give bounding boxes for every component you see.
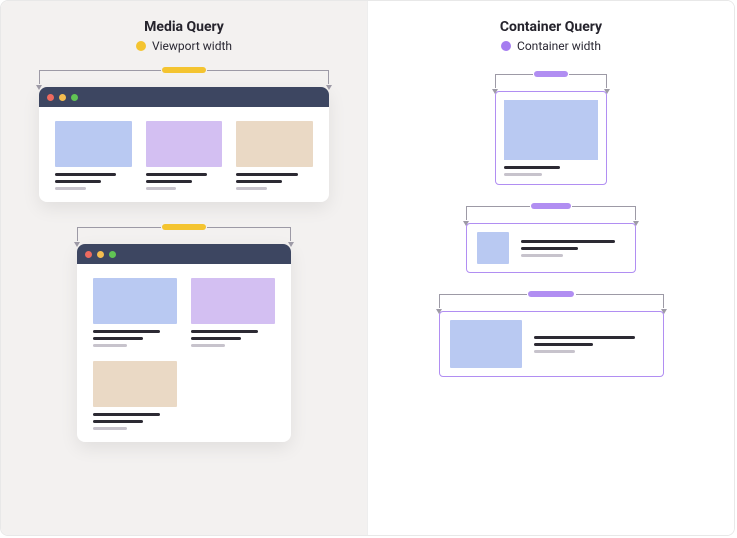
thumb-blue <box>504 100 598 160</box>
browser-window-narrow <box>77 244 291 442</box>
traffic-light-yellow-icon <box>97 251 104 258</box>
legend-dot-icon <box>136 41 146 51</box>
container-query-column: Container Query Container width <box>367 1 734 535</box>
diagram-canvas: Media Query Viewport width <box>0 0 735 536</box>
traffic-light-red-icon <box>47 94 54 101</box>
media-query-examples <box>21 67 347 464</box>
traffic-light-red-icon <box>85 251 92 258</box>
media-query-legend: Viewport width <box>136 39 232 53</box>
measure-bracket <box>39 67 329 89</box>
media-query-title: Media Query <box>144 19 224 35</box>
thumb-blue <box>55 121 132 167</box>
text-bars <box>236 173 313 190</box>
measure-bracket <box>495 71 607 93</box>
window-titlebar <box>77 244 291 264</box>
measure-bracket <box>439 291 664 313</box>
arrow-down-icon <box>436 309 442 314</box>
browser-window-wide <box>39 87 329 202</box>
measure-handle-icon <box>162 67 206 73</box>
legend-label: Viewport width <box>152 39 232 53</box>
container-card-column <box>495 91 607 185</box>
thumb-blue <box>93 278 177 324</box>
arrow-down-icon <box>661 309 667 314</box>
traffic-light-yellow-icon <box>59 94 66 101</box>
traffic-light-green-icon <box>109 251 116 258</box>
text-bars <box>534 336 653 353</box>
text-bars <box>504 166 598 176</box>
measure-handle-icon <box>528 291 574 297</box>
measure-bracket <box>466 203 636 225</box>
thumb-blue <box>477 232 509 264</box>
arrow-down-icon <box>288 242 294 247</box>
arrow-down-icon <box>326 85 332 90</box>
measure-handle-icon <box>534 71 568 77</box>
text-bars <box>146 173 223 190</box>
measure-handle-icon <box>162 224 206 230</box>
card <box>93 278 177 347</box>
card <box>236 121 313 190</box>
arrow-down-icon <box>604 89 610 94</box>
thumb-beige <box>236 121 313 167</box>
container-query-title: Container Query <box>500 19 602 35</box>
arrow-down-icon <box>463 221 469 226</box>
measure-handle-icon <box>531 203 571 209</box>
text-bars <box>521 240 625 257</box>
media-query-column: Media Query Viewport width <box>1 1 367 535</box>
thumb-lilac <box>191 278 275 324</box>
card <box>146 121 223 190</box>
card <box>191 278 275 347</box>
arrow-down-icon <box>492 89 498 94</box>
card <box>55 121 132 190</box>
thumb-beige <box>93 361 177 407</box>
traffic-light-green-icon <box>71 94 78 101</box>
card <box>93 361 177 430</box>
thumb-blue <box>450 320 522 368</box>
arrow-down-icon <box>36 85 42 90</box>
container-query-examples <box>388 67 714 377</box>
arrow-down-icon <box>74 242 80 247</box>
container-card-row <box>466 223 636 273</box>
measure-bracket <box>77 224 291 246</box>
text-bars <box>55 173 132 190</box>
legend-label: Container width <box>517 39 601 53</box>
window-titlebar <box>39 87 329 107</box>
container-card-row-wide <box>439 311 664 377</box>
container-query-legend: Container width <box>501 39 601 53</box>
thumb-lilac <box>146 121 223 167</box>
legend-dot-icon <box>501 41 511 51</box>
arrow-down-icon <box>633 221 639 226</box>
